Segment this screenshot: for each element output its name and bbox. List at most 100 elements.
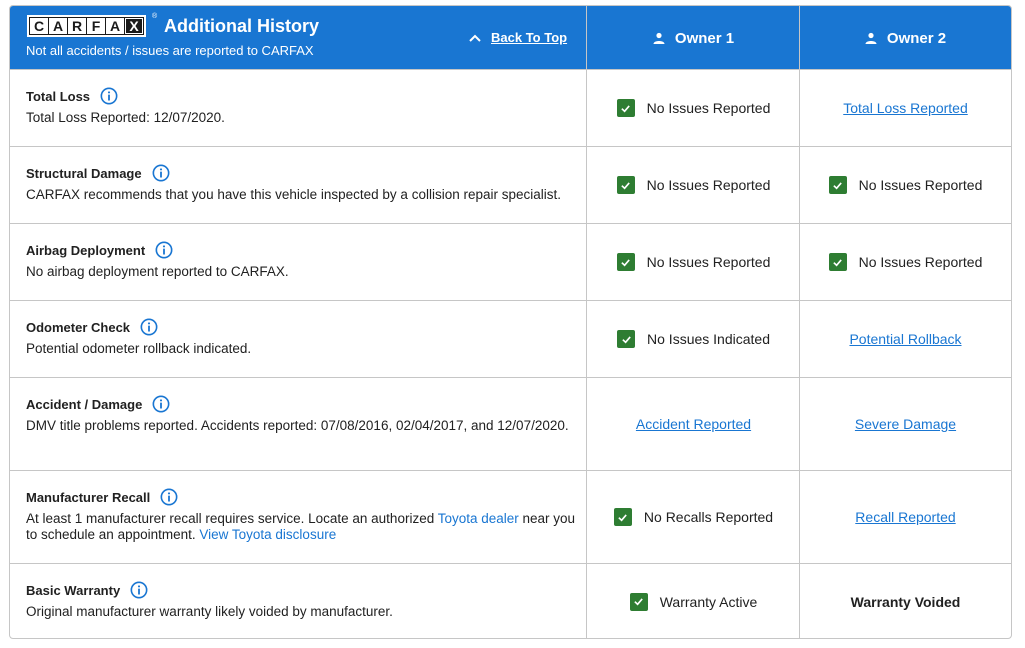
status-ok: No Recalls Reported (613, 508, 774, 526)
table-header: C A R F A X ® Additional History Not all… (10, 6, 1011, 70)
row-description: Total Loss Reported: 12/07/2020. (26, 110, 225, 125)
status-link[interactable]: Recall Reported (855, 509, 955, 525)
status-ok: No Issues Reported (616, 253, 771, 271)
status-ok: No Issues Reported (828, 176, 983, 194)
registered-mark: ® (152, 13, 158, 20)
row-title: Manufacturer Recall (26, 489, 151, 505)
status-link[interactable]: Total Loss Reported (843, 100, 968, 116)
status-text: No Issues Reported (646, 254, 771, 270)
row-title-line: Accident / Damage (26, 395, 587, 413)
logo-letter: A (106, 18, 124, 34)
logo-letter: F (87, 18, 105, 34)
info-icon[interactable] (100, 87, 118, 105)
row-description: CARFAX recommends that you have this veh… (26, 187, 562, 202)
checkmark-icon (616, 176, 635, 194)
person-icon (653, 32, 665, 44)
status-text: No Issues Reported (646, 100, 771, 116)
row-title-line: Odometer Check (26, 318, 587, 336)
status-text: No Issues Reported (858, 177, 983, 193)
row-main-cell: Airbag Deployment No airbag deployment re… (10, 224, 587, 300)
status-ok: No Issues Reported (828, 253, 983, 271)
status-ok: No Issues Indicated (617, 330, 770, 348)
status-ok: Warranty Active (629, 592, 758, 611)
table-row: Structural Damage CARFAX recommends that … (10, 146, 1011, 223)
row-title-line: Manufacturer Recall (26, 488, 587, 506)
status-ok: No Issues Reported (616, 176, 771, 194)
checkmark-icon (828, 253, 847, 271)
owner-1-cell: Accident Reported (586, 378, 800, 470)
person-icon (865, 32, 877, 44)
owner-1-cell: No Issues Reported (586, 224, 800, 300)
back-to-top-link[interactable]: Back To Top (469, 30, 567, 45)
row-title-line: Structural Damage (26, 164, 587, 182)
checkmark-icon (828, 176, 847, 194)
status-link[interactable]: Severe Damage (855, 416, 956, 432)
logo-letter: C (30, 18, 48, 34)
row-main-cell: Accident / Damage DMV title problems repo… (10, 378, 587, 470)
back-to-top-label: Back To Top (491, 30, 568, 45)
section-subtitle: Not all accidents / issues are reported … (26, 43, 314, 58)
row-title-line: Basic Warranty (26, 581, 587, 599)
row-title-line: Total Loss (26, 87, 587, 105)
checkmark-icon (616, 99, 635, 117)
checkmark-icon (616, 253, 635, 271)
checkmark-icon (629, 592, 648, 611)
owner-2-cell: Severe Damage (799, 378, 1011, 470)
owner-1-cell: No Issues Reported (586, 70, 800, 146)
status-text: No Issues Reported (646, 177, 771, 193)
row-description: At least 1 manufacturer recall requires … (26, 511, 587, 543)
row-title: Total Loss (26, 88, 91, 104)
row-main-cell: Total Loss Total Loss Reported: 12/07/202… (10, 70, 587, 146)
info-icon[interactable] (155, 241, 173, 259)
row-title-line: Airbag Deployment (26, 241, 587, 259)
info-icon[interactable] (152, 395, 170, 413)
table-row: Odometer Check Potential odometer rollbac… (10, 300, 1011, 377)
table-row: Total Loss Total Loss Reported: 12/07/202… (10, 69, 1011, 146)
row-main-cell: Manufacturer Recall At least 1 manufactur… (10, 471, 587, 563)
toyota-disclosure-link[interactable]: View Toyota disclosure (199, 527, 336, 542)
owner-1-cell: No Recalls Reported (586, 471, 800, 563)
row-title: Odometer Check (26, 319, 131, 335)
row-title: Airbag Deployment (26, 242, 146, 258)
info-icon[interactable] (160, 488, 178, 506)
owner-2-cell: Warranty Voided (799, 564, 1011, 638)
toyota-dealer-link[interactable]: Toyota dealer (438, 511, 519, 526)
owner-2-cell: Total Loss Reported (799, 70, 1011, 146)
info-icon[interactable] (140, 318, 158, 336)
row-title: Structural Damage (26, 165, 142, 181)
status-text: No Issues Reported (858, 254, 983, 270)
status-text: No Recalls Reported (643, 509, 774, 525)
owner-1-cell: Warranty Active (586, 564, 800, 638)
owner-2-cell: Potential Rollback (799, 301, 1011, 377)
table-row: Accident / Damage DMV title problems repo… (10, 377, 1011, 470)
chevron-up-icon (469, 34, 481, 42)
status-link[interactable]: Accident Reported (636, 416, 751, 432)
owner-2-label: Owner 2 (886, 29, 947, 47)
logo-letter: X (125, 18, 143, 34)
status-text: Warranty Active (659, 593, 758, 610)
row-title: Accident / Damage (26, 396, 143, 412)
info-icon[interactable] (152, 164, 170, 182)
row-title: Basic Warranty (26, 582, 121, 598)
owner-2-cell: No Issues Reported (799, 147, 1011, 223)
status-ok: No Issues Reported (616, 99, 771, 117)
logo-letter: R (68, 18, 86, 34)
table-row: Airbag Deployment No airbag deployment re… (10, 223, 1011, 300)
checkmark-icon (613, 508, 632, 526)
owner-1-label: Owner 1 (674, 29, 735, 47)
section-title: Additional History (164, 16, 320, 36)
status-text: Warranty Voided (850, 593, 961, 610)
row-description: No airbag deployment reported to CARFAX. (26, 264, 289, 279)
checkmark-icon (617, 330, 636, 348)
row-description: Original manufacturer warranty likely vo… (26, 604, 393, 619)
owner-2-cell: No Issues Reported (799, 224, 1011, 300)
table-row: Basic Warranty Original manufacturer warr… (10, 563, 1011, 638)
additional-history-table: C A R F A X ® Additional History Not all… (9, 5, 1012, 639)
row-description: Potential odometer rollback indicated. (26, 341, 252, 356)
info-icon[interactable] (130, 581, 148, 599)
row-main-cell: Basic Warranty Original manufacturer warr… (10, 564, 587, 638)
status-link[interactable]: Potential Rollback (849, 331, 961, 347)
header-main: C A R F A X ® Additional History Not all… (10, 6, 587, 70)
status-text: No Issues Indicated (647, 331, 770, 347)
row-main-cell: Odometer Check Potential odometer rollbac… (10, 301, 587, 377)
